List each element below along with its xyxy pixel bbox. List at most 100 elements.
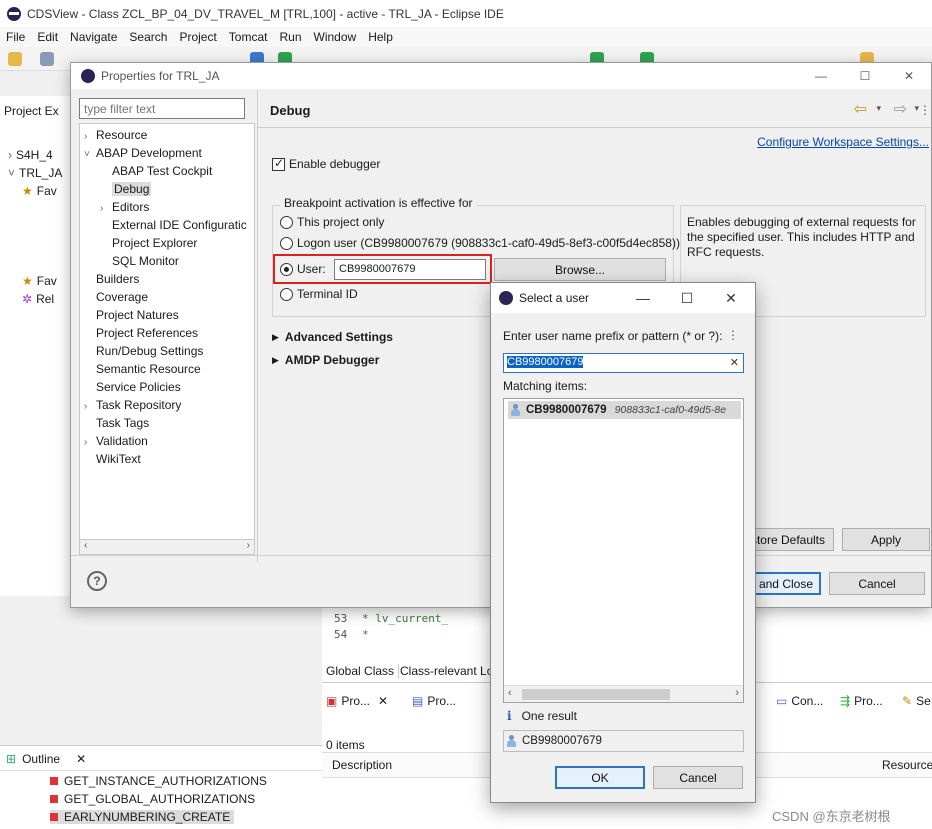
editor-tab[interactable]: Global Class [326, 664, 400, 678]
tree-item[interactable]: Service Policies [84, 378, 181, 396]
advanced-settings-section[interactable]: ▶ Advanced Settings [272, 330, 393, 344]
watermark: CSDN @东京老树根 [772, 809, 891, 824]
save-icon[interactable] [40, 52, 54, 66]
filter-input[interactable] [79, 98, 245, 119]
tree-item[interactable]: › Validation [84, 432, 148, 450]
close-icon[interactable]: ✕ [378, 694, 388, 708]
cancel-button[interactable]: Cancel [829, 572, 925, 595]
section-label: Advanced Settings [284, 330, 393, 344]
tree-item[interactable]: › Resource [84, 126, 147, 144]
select-user-dialog: Select a user — ☐ ✕ Enter user name pref… [490, 282, 756, 803]
tree-item-label: ABAP Test Cockpit [112, 164, 213, 178]
scroll-right-icon[interactable]: › [735, 687, 739, 699]
new-icon[interactable] [8, 52, 22, 66]
view-tab-problems[interactable]: ▣ Pro... ✕ [326, 694, 388, 708]
tree-item[interactable]: ˅ ABAP Development [84, 144, 202, 162]
tree-item[interactable]: Task Tags [84, 414, 149, 432]
tree-item[interactable]: ★ Fav [22, 274, 57, 288]
tree-item[interactable]: Semantic Resource [84, 360, 201, 378]
view-tab-search[interactable]: ✎ Se [902, 694, 931, 708]
tree-item[interactable]: Project Explorer [100, 234, 197, 252]
radio-logon-user[interactable]: Logon user (CB9980007679 (908833c1-caf0-… [280, 236, 680, 250]
configure-workspace-link[interactable]: Configure Workspace Settings... [757, 135, 929, 149]
tree-item-label: External IDE Configuratic [112, 218, 247, 232]
tree-item[interactable]: Builders [84, 270, 139, 288]
tree-item[interactable]: ˅ TRL_JA [8, 166, 62, 180]
outline-tab[interactable]: ⊞ Outline ✕ [6, 752, 86, 766]
tree-item[interactable]: ABAP Test Cockpit [100, 162, 212, 180]
tree-item[interactable]: › Task Repository [84, 396, 181, 414]
maximize-icon[interactable]: ☐ [843, 63, 887, 89]
menu-edit[interactable]: Edit [31, 30, 64, 44]
radio-icon[interactable] [280, 215, 293, 229]
tree-label: Fav [36, 184, 57, 198]
apply-button[interactable]: Apply [842, 528, 930, 551]
menu-search[interactable]: Search [123, 30, 173, 44]
tree-item[interactable]: › Editors [100, 198, 149, 216]
tree-item[interactable]: External IDE Configuratic [100, 216, 247, 234]
close-icon[interactable]: ✕ [887, 63, 931, 89]
enable-debugger-checkbox[interactable]: Enable debugger [272, 156, 380, 171]
tree-item[interactable]: Project Natures [84, 306, 179, 324]
chevron-down-icon[interactable]: ▾ [876, 103, 881, 114]
outline-item[interactable]: GET_INSTANCE_AUTHORIZATIONS [50, 774, 267, 788]
close-icon[interactable]: ✕ [711, 285, 751, 311]
maximize-icon[interactable]: ☐ [667, 285, 707, 311]
browse-button[interactable]: Browse... [494, 258, 666, 281]
list-horizontal-scrollbar[interactable]: ‹ › [504, 685, 743, 702]
tree-item[interactable]: Coverage [84, 288, 148, 306]
scroll-right-icon[interactable]: › [247, 540, 250, 551]
menu-help[interactable]: Help [362, 30, 399, 44]
minimize-icon[interactable]: — [623, 285, 663, 311]
close-icon[interactable]: ✕ [76, 752, 86, 766]
tree-item[interactable]: SQL Monitor [100, 252, 179, 270]
view-tab-properties[interactable]: ▤ Pro... [412, 694, 456, 708]
menu-run[interactable]: Run [273, 30, 307, 44]
expand-icon[interactable]: ▶ [272, 355, 279, 366]
menu-dots-icon[interactable]: ⋮ [727, 328, 739, 342]
tree-horizontal-scrollbar[interactable]: ‹ › [79, 539, 255, 555]
help-icon[interactable]: ? [87, 571, 107, 591]
radio-icon[interactable] [280, 287, 293, 301]
outline-item[interactable]: EARLYNUMBERING_CREATE [50, 810, 235, 824]
tree-item[interactable]: Run/Debug Settings [84, 342, 203, 360]
minimize-icon[interactable]: — [799, 63, 843, 89]
ok-button[interactable]: OK [555, 766, 645, 789]
clear-icon[interactable]: ✕ [730, 356, 739, 369]
list-item[interactable]: CB9980007679 908833c1-caf0-49d5-8e [508, 401, 741, 419]
forward-icon[interactable]: ⇨ [894, 99, 907, 119]
amdp-debugger-section[interactable]: ▶ AMDP Debugger [272, 353, 379, 367]
menu-tomcat[interactable]: Tomcat [223, 30, 274, 44]
tree-item[interactable]: › S4H_4 [8, 148, 53, 162]
menu-dots-icon[interactable]: ⋮ [919, 103, 931, 117]
scroll-left-icon[interactable]: ‹ [84, 540, 87, 551]
menu-project[interactable]: Project [173, 30, 222, 44]
project-explorer-tab[interactable]: Project Ex [4, 104, 59, 118]
chevron-down-icon[interactable]: ˅ [84, 146, 96, 164]
user-pattern-input[interactable]: CB9980007679 ✕ [503, 353, 744, 373]
cancel-button[interactable]: Cancel [653, 766, 743, 789]
tree-item[interactable]: Debug [100, 180, 152, 198]
view-tab-progress[interactable]: ⇶ Pro... [840, 694, 883, 708]
tree-item[interactable]: Project References [84, 324, 198, 342]
radio-this-project[interactable]: This project only [280, 215, 384, 229]
outline-item[interactable]: GET_GLOBAL_AUTHORIZATIONS [50, 792, 255, 806]
editor-tab[interactable]: Class-relevant Lo [400, 664, 493, 678]
view-tab-console[interactable]: ▭ Con... [776, 694, 823, 708]
menu-file[interactable]: File [0, 30, 31, 44]
tree-item[interactable]: ★ Fav [22, 184, 57, 198]
menu-navigate[interactable]: Navigate [64, 30, 123, 44]
checkbox-checked-icon[interactable] [272, 156, 285, 171]
tree-item[interactable]: ✲ Rel [22, 292, 54, 306]
column-header-description[interactable]: Description [332, 758, 392, 772]
tab-label: Con... [791, 694, 824, 708]
expand-icon[interactable]: ▶ [272, 332, 279, 343]
column-header-resource[interactable]: Resource [882, 758, 932, 772]
radio-terminal-id[interactable]: Terminal ID [280, 287, 358, 301]
back-icon[interactable]: ⇦ [854, 99, 867, 119]
tree-item[interactable]: WikiText [84, 450, 141, 468]
scroll-thumb[interactable] [522, 689, 670, 700]
scroll-left-icon[interactable]: ‹ [508, 687, 512, 699]
radio-icon[interactable] [280, 236, 293, 250]
menu-window[interactable]: Window [308, 30, 363, 44]
